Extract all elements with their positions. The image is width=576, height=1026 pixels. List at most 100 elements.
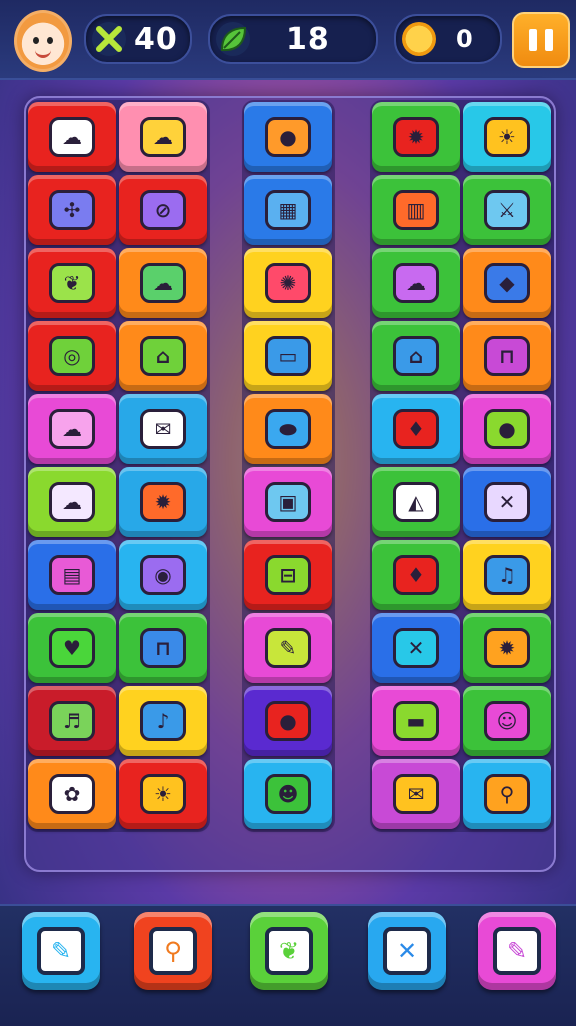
game-tile[interactable]: ▦ xyxy=(244,175,332,245)
game-tile[interactable]: ☁ xyxy=(372,248,460,318)
swords-counter: 40 xyxy=(84,14,192,64)
leaves-counter: 18 xyxy=(208,14,378,64)
game-tile[interactable]: ▬ xyxy=(372,686,460,756)
clock-icon: ◎ xyxy=(49,336,95,376)
flower-icon: ✿ xyxy=(49,774,95,814)
game-tile[interactable]: ✹ xyxy=(463,613,551,683)
envelope-icon: ✉ xyxy=(140,409,186,449)
game-tile[interactable]: ● xyxy=(244,102,332,172)
ladder-icon: ♬ xyxy=(49,701,95,741)
sun-icon: ✹ xyxy=(393,117,439,157)
tent-icon: ◭ xyxy=(393,482,439,522)
game-tile[interactable]: ✎ xyxy=(244,613,332,683)
game-tile[interactable]: ♪ xyxy=(119,686,207,756)
game-tile[interactable]: ♦ xyxy=(372,394,460,464)
chest-icon: ▤ xyxy=(49,555,95,595)
cross-icon: ✕ xyxy=(484,482,530,522)
game-tile[interactable]: ✿ xyxy=(28,759,116,829)
game-tile[interactable]: ☁ xyxy=(28,102,116,172)
game-tile[interactable]: ☀ xyxy=(463,102,551,172)
cross-tool-button[interactable]: ✕ xyxy=(368,912,446,990)
game-tile[interactable]: ♫ xyxy=(463,540,551,610)
game-tile[interactable]: ⊓ xyxy=(463,321,551,391)
sword-icon: ⚔ xyxy=(484,190,530,230)
game-tile[interactable]: ♦ xyxy=(372,540,460,610)
sun-icon: ✹ xyxy=(140,482,186,522)
cart-icon: ▦ xyxy=(265,190,311,230)
avatar-eye xyxy=(47,37,53,44)
game-tile[interactable]: ⊓ xyxy=(119,613,207,683)
basket-icon: ⌂ xyxy=(393,336,439,376)
cross-icon: ✕ xyxy=(383,927,431,975)
briefcase-icon: ▣ xyxy=(265,482,311,522)
game-tile[interactable]: ◎ xyxy=(28,321,116,391)
game-tile[interactable]: ▣ xyxy=(244,467,332,537)
game-tile[interactable]: ☻ xyxy=(244,759,332,829)
game-tile[interactable]: ✹ xyxy=(372,102,460,172)
game-tile[interactable]: ◭ xyxy=(372,467,460,537)
target-icon: ◉ xyxy=(140,555,186,595)
leaf-tool-button[interactable]: ❦ xyxy=(250,912,328,990)
edit-icon: ✎ xyxy=(37,927,85,975)
molecule-icon: ✣ xyxy=(49,190,95,230)
pause-icon xyxy=(545,29,553,51)
game-tile[interactable]: ⚔ xyxy=(463,175,551,245)
coin-icon xyxy=(402,22,436,56)
game-tile[interactable]: ✹ xyxy=(119,467,207,537)
game-tile[interactable]: ✕ xyxy=(463,467,551,537)
game-tile[interactable]: ● xyxy=(244,686,332,756)
game-tile[interactable]: ☁ xyxy=(28,467,116,537)
strawberry-icon: ♦ xyxy=(393,409,439,449)
game-tile[interactable]: ☁ xyxy=(119,248,207,318)
pot-icon: ⊓ xyxy=(140,628,186,668)
edit-tool-button[interactable]: ✎ xyxy=(478,912,556,990)
game-tile[interactable]: ☺ xyxy=(463,686,551,756)
game-tile[interactable]: ⌂ xyxy=(119,321,207,391)
game-tile[interactable]: ⌂ xyxy=(372,321,460,391)
game-tile[interactable]: ☀ xyxy=(119,759,207,829)
game-tile[interactable]: ❦ xyxy=(28,248,116,318)
blob-icon: ⬬ xyxy=(265,409,311,449)
edit-tool-button[interactable]: ✎ xyxy=(22,912,100,990)
game-tile[interactable]: ▭ xyxy=(244,321,332,391)
game-tile[interactable]: ✣ xyxy=(28,175,116,245)
game-tile[interactable]: ▥ xyxy=(372,175,460,245)
game-tile[interactable]: ◉ xyxy=(119,540,207,610)
cloud-icon: ☁ xyxy=(140,263,186,303)
monster-icon: ☻ xyxy=(265,774,311,814)
chat-bubble-icon: ☺ xyxy=(484,701,530,741)
fox-avatar-icon[interactable] xyxy=(14,10,72,72)
game-tile[interactable]: ◆ xyxy=(463,248,551,318)
game-tile[interactable]: ⬬ xyxy=(244,394,332,464)
magnifier-tool-button[interactable]: ⚲ xyxy=(134,912,212,990)
game-tile[interactable]: ⊘ xyxy=(119,175,207,245)
game-tile[interactable]: ⊟ xyxy=(244,540,332,610)
game-tile[interactable]: ✉ xyxy=(119,394,207,464)
leaf-icon: ❦ xyxy=(265,927,313,975)
game-tile[interactable]: ✉ xyxy=(372,759,460,829)
game-tile[interactable]: ✺ xyxy=(244,248,332,318)
game-tile[interactable]: ● xyxy=(463,394,551,464)
briefcase-icon: ▬ xyxy=(393,701,439,741)
game-tile[interactable]: ♬ xyxy=(28,686,116,756)
toolbox-icon: ⊟ xyxy=(265,555,311,595)
pause-button[interactable] xyxy=(512,12,570,68)
game-tile[interactable]: ✕ xyxy=(372,613,460,683)
cloud-icon: ☁ xyxy=(49,409,95,449)
avatar-smile xyxy=(35,47,51,58)
music-note-icon: ♫ xyxy=(484,555,530,595)
music-note-icon: ♪ xyxy=(140,701,186,741)
strawberry-icon: ♦ xyxy=(393,555,439,595)
balloon-icon: ● xyxy=(265,701,311,741)
sun-icon: ☀ xyxy=(140,774,186,814)
game-tile[interactable]: ☁ xyxy=(119,102,207,172)
ball-icon: ● xyxy=(484,409,530,449)
game-tile[interactable]: ▤ xyxy=(28,540,116,610)
tag-icon: ⊘ xyxy=(140,190,186,230)
splat-icon: ✺ xyxy=(265,263,311,303)
top-hud: 40 18 0 xyxy=(0,0,576,80)
game-tile[interactable]: ♥ xyxy=(28,613,116,683)
game-tile[interactable]: ⚲ xyxy=(463,759,551,829)
magnifier-icon: ⚲ xyxy=(484,774,530,814)
game-tile[interactable]: ☁ xyxy=(28,394,116,464)
